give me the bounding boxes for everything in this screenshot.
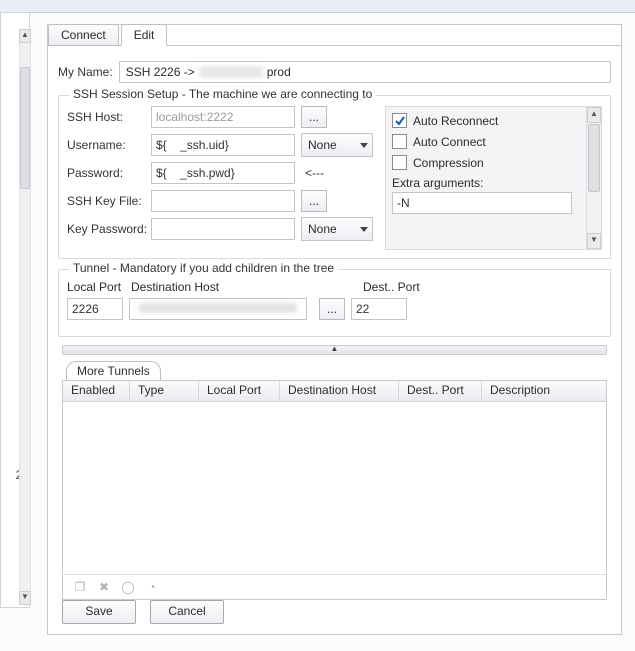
more-tunnels-panel: Enabled Type Local Port Destination Host… <box>62 380 607 600</box>
auto-reconnect-checkbox[interactable] <box>392 113 407 128</box>
delete-icon[interactable]: ✖ <box>97 580 111 594</box>
tab-edit[interactable]: Edit <box>121 24 168 46</box>
extra-args-label: Extra arguments: <box>392 176 581 190</box>
compression-checkbox[interactable] <box>392 155 407 170</box>
extra-args-input[interactable] <box>392 192 572 214</box>
left-panel-scrollbar[interactable]: ▲ ▼ <box>19 29 31 605</box>
arrow-note: <--- <box>305 166 324 180</box>
key-password-type-select[interactable]: None <box>301 217 373 241</box>
password-label: Password: <box>67 166 151 180</box>
username-type-select[interactable]: None <box>301 133 373 157</box>
col-description[interactable]: Description <box>482 381 576 401</box>
local-port-input[interactable] <box>67 298 123 320</box>
key-password-label: Key Password: <box>67 222 151 236</box>
username-label: Username: <box>67 138 151 152</box>
copy-icon[interactable]: ❐ <box>73 580 87 594</box>
scroll-up-icon[interactable]: ▲ <box>587 107 601 123</box>
local-port-label: Local Port <box>67 280 123 294</box>
scroll-thumb[interactable] <box>588 124 600 192</box>
key-password-input[interactable] <box>151 218 295 240</box>
col-type[interactable]: Type <box>130 381 199 401</box>
more-tunnels-toolbar: ❐ ✖ ◯ ◔ <box>63 574 606 599</box>
tab-connect[interactable]: Connect <box>48 24 119 46</box>
col-dest-port[interactable]: Dest.. Port <box>399 381 482 401</box>
ssh-host-label: SSH Host: <box>67 110 151 124</box>
tunnel-group: Tunnel - Mandatory if you add children i… <box>58 269 611 337</box>
auto-connect-label: Auto Connect <box>413 135 486 149</box>
save-button[interactable]: Save <box>62 600 136 624</box>
dest-host-input[interactable] <box>129 298 307 320</box>
more-tunnels-tab[interactable]: More Tunnels <box>66 361 161 380</box>
ssh-key-label: SSH Key File: <box>67 194 151 208</box>
tunnel-legend: Tunnel - Mandatory if you add children i… <box>69 261 338 275</box>
chevron-down-icon <box>360 143 368 148</box>
scroll-down-icon[interactable]: ▼ <box>19 591 31 605</box>
name-prefix: SSH 2226 -> <box>126 65 195 79</box>
chevron-down-icon <box>360 227 368 232</box>
col-enabled[interactable]: Enabled <box>63 381 130 401</box>
name-label: My Name: <box>58 65 113 79</box>
name-suffix: prod <box>267 65 291 79</box>
ssh-host-browse-button[interactable]: ... <box>301 106 327 128</box>
scroll-up-icon[interactable]: ▲ <box>19 29 31 43</box>
left-collapsed-panel: 21 ▲ ▼ <box>0 12 30 608</box>
title-bar-strip <box>0 0 635 13</box>
ssh-session-legend: SSH Session Setup - The machine we are c… <box>69 87 376 101</box>
col-local-port[interactable]: Local Port <box>199 381 280 401</box>
scroll-thumb[interactable] <box>20 67 30 189</box>
more-tunnels-header: Enabled Type Local Port Destination Host… <box>63 381 606 402</box>
name-row: My Name: SSH 2226 -> prod <box>58 61 611 83</box>
tabs-header: Connect Edit <box>48 24 169 46</box>
options-scrollbar[interactable]: ▲ ▼ <box>586 107 601 249</box>
redacted-name <box>199 66 263 78</box>
refresh-icon[interactable]: ◔ <box>145 580 159 594</box>
password-input[interactable] <box>151 162 295 184</box>
dest-port-input[interactable] <box>351 298 407 320</box>
auto-reconnect-label: Auto Reconnect <box>413 114 498 128</box>
col-dest-host[interactable]: Destination Host <box>280 381 399 401</box>
add-icon[interactable]: ◯ <box>121 580 135 594</box>
dest-host-label: Destination Host <box>131 280 315 294</box>
name-input[interactable]: SSH 2226 -> prod <box>119 61 611 83</box>
splitter-handle[interactable]: ▲ <box>62 345 607 355</box>
auto-connect-checkbox[interactable] <box>392 134 407 149</box>
username-input[interactable] <box>151 134 295 156</box>
ssh-key-browse-button[interactable]: ... <box>301 190 327 212</box>
scroll-down-icon[interactable]: ▼ <box>587 233 601 249</box>
dest-host-browse-button[interactable]: ... <box>319 298 345 320</box>
redacted-host <box>139 303 297 313</box>
ssh-host-input[interactable] <box>151 106 295 128</box>
session-options-panel: Auto Reconnect Auto Connect Compression … <box>385 106 602 250</box>
compression-label: Compression <box>413 156 484 170</box>
cancel-button[interactable]: Cancel <box>150 600 224 624</box>
ssh-session-group: SSH Session Setup - The machine we are c… <box>58 95 611 259</box>
dest-port-label: Dest.. Port <box>363 280 420 294</box>
ssh-key-input[interactable] <box>151 190 295 212</box>
edit-dialog: Connect Edit My Name: SSH 2226 -> prod S… <box>47 24 622 635</box>
